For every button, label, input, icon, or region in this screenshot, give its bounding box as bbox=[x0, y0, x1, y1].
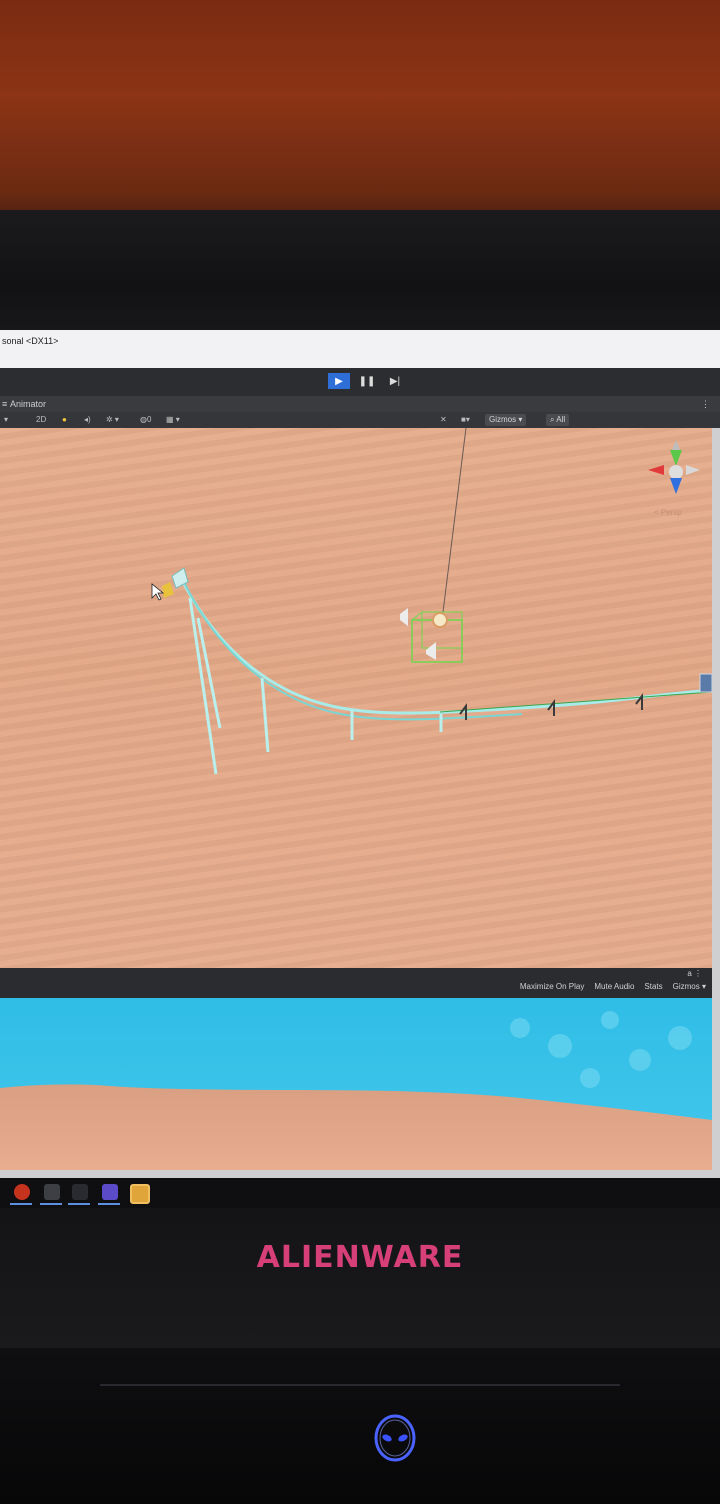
audio-icon[interactable]: ◂) bbox=[84, 412, 91, 428]
light-guide-line bbox=[441, 428, 467, 621]
brand-logo-text: ALIENWARE bbox=[256, 1240, 464, 1275]
tools-icon[interactable]: ✕ bbox=[440, 412, 447, 428]
more-options-icon[interactable]: ⋮ bbox=[701, 396, 710, 412]
maximize-on-play-toggle[interactable]: Maximize On Play bbox=[520, 982, 584, 991]
visual-studio-icon[interactable] bbox=[102, 1184, 118, 1200]
search-icon: ⌕ bbox=[550, 415, 555, 424]
grid-icon[interactable]: ▦ ▾ bbox=[166, 412, 180, 428]
unity-editor-icon[interactable] bbox=[130, 1184, 150, 1204]
explorer-icon[interactable] bbox=[44, 1184, 60, 1200]
unity-hub-icon[interactable] bbox=[72, 1184, 88, 1200]
laptop-base bbox=[0, 1348, 720, 1504]
scene-canvas bbox=[151, 428, 712, 775]
window-title: sonal <DX11> bbox=[2, 336, 59, 346]
taskbar-indicator bbox=[10, 1203, 32, 1205]
step-button[interactable]: ▶| bbox=[384, 373, 406, 389]
monitor-screen: sonal <DX11> ▶ ❚❚ ▶| ≡ Animator ⋮ ▾ 2D ●… bbox=[0, 330, 720, 1180]
browser-icon[interactable] bbox=[14, 1184, 30, 1200]
taskbar-indicator bbox=[98, 1203, 120, 1205]
pause-button[interactable]: ❚❚ bbox=[356, 373, 378, 389]
animator-icon: ≡ bbox=[2, 399, 8, 409]
play-controls: ▶ ❚❚ ▶| bbox=[328, 373, 406, 389]
track-rail-inner bbox=[181, 577, 523, 721]
os-taskbar bbox=[0, 1178, 720, 1208]
game-view-header: a ⋮ Maximize On Play Mute Audio Stats Gi… bbox=[0, 968, 712, 998]
game-canvas bbox=[0, 998, 712, 1170]
scene-toolbar: ▾ 2D ● ◂) ✲ ▾ ◍0 ▦ ▾ ✕ ■▾ Gizmos ▾ ⌕ All bbox=[0, 412, 720, 428]
mute-audio-toggle[interactable]: Mute Audio bbox=[594, 982, 634, 991]
taskbar-indicator bbox=[40, 1203, 62, 1205]
monitor-bottom-bezel bbox=[0, 1208, 720, 1348]
taskbar-indicator bbox=[68, 1203, 90, 1205]
track-selection-line bbox=[439, 691, 712, 713]
mode-2d-toggle[interactable]: 2D bbox=[36, 412, 46, 428]
effects-icon[interactable]: ✲ ▾ bbox=[106, 412, 119, 428]
shading-dropdown-icon[interactable]: ▾ bbox=[4, 412, 8, 428]
pause-icon: ❚❚ bbox=[358, 375, 376, 387]
orientation-gizmo[interactable] bbox=[648, 440, 700, 494]
game-view[interactable] bbox=[0, 998, 712, 1170]
game-gizmos-dropdown[interactable]: Gizmos ▾ bbox=[673, 982, 706, 991]
hidden-objects-icon[interactable]: ◍0 bbox=[140, 412, 151, 428]
scene-view[interactable]: < Persp bbox=[0, 428, 712, 968]
main-toolbar: ▶ ❚❚ ▶| bbox=[0, 368, 720, 396]
play-icon: ▶ bbox=[335, 375, 343, 387]
camera-icon[interactable]: ■▾ bbox=[461, 412, 470, 428]
game-view-menu-icon[interactable]: a ⋮ bbox=[687, 969, 702, 978]
scene-edge-handle[interactable] bbox=[699, 673, 712, 693]
laptop-hinge bbox=[100, 1384, 620, 1386]
animator-tab[interactable]: Animator bbox=[10, 396, 46, 412]
step-icon: ▶| bbox=[389, 375, 401, 387]
lighting-icon[interactable]: ● bbox=[62, 412, 67, 428]
track-supports bbox=[188, 597, 443, 775]
mouse-cursor bbox=[151, 583, 165, 601]
game-view-options: Maximize On Play Mute Audio Stats Gizmos… bbox=[520, 982, 706, 991]
background-wall bbox=[0, 0, 720, 240]
play-button[interactable]: ▶ bbox=[328, 373, 350, 389]
animator-tab-bar: ≡ Animator ⋮ bbox=[0, 396, 720, 412]
window-titlebar: sonal <DX11> bbox=[0, 330, 720, 368]
light-gizmo[interactable] bbox=[400, 608, 463, 663]
cart-gizmo bbox=[162, 582, 174, 598]
stats-toggle[interactable]: Stats bbox=[644, 982, 662, 991]
monitor-top-bezel bbox=[0, 210, 720, 335]
gizmos-dropdown[interactable]: Gizmos ▾ bbox=[485, 414, 527, 426]
alien-power-icon[interactable] bbox=[373, 1414, 417, 1464]
perspective-label[interactable]: < Persp bbox=[654, 508, 682, 517]
scene-search[interactable]: ⌕ All bbox=[546, 414, 570, 426]
